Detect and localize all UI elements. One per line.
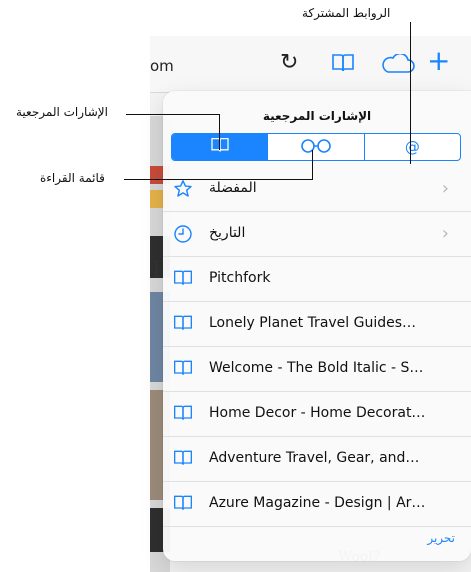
list-item-label: Adventure Travel, Gear, and… [209,450,420,466]
bookmarks-segmented-control: @ [171,133,461,161]
callout-reading-list: قائمة القراءة [40,171,105,185]
callout-line [312,150,313,180]
list-item-label: Welcome - The Bold Italic - S… [209,360,424,376]
reload-icon[interactable]: ↻ [280,50,298,75]
list-item-label: المفضلة [209,180,257,196]
bookmarks-list: المفضلة › التاريخ › Pitchfork Lonely Pla… [163,167,471,527]
chevron-right-icon: › [441,223,449,244]
glasses-icon [299,137,333,157]
list-item-bookmark[interactable]: Lonely Planet Travel Guides… [163,302,471,347]
clock-icon [173,224,193,244]
list-item-favorites[interactable]: المفضلة › [163,167,471,212]
at-icon: @ [404,138,420,156]
list-item-label: Home Decor - Home Decorat… [209,405,426,421]
list-item-label: Pitchfork [209,270,271,286]
chevron-right-icon: › [441,178,449,199]
address-bar[interactable]: om [150,57,174,75]
book-icon [173,404,193,424]
new-tab-button[interactable]: + [427,47,450,75]
segment-reading-list[interactable] [267,134,363,160]
list-item-bookmark[interactable]: Welcome - The Bold Italic - S… [163,347,471,392]
callout-line [126,114,220,115]
popover-title: الإشارات المرجعية [262,109,372,123]
list-item-history[interactable]: التاريخ › [163,212,471,257]
star-icon [173,179,193,199]
browser-toolbar: om ↻ + [150,36,471,93]
list-item-bookmark[interactable]: Azure Magazine - Design | Ar… [163,482,471,527]
book-icon [173,494,193,514]
segment-shared-links[interactable]: @ [363,134,460,160]
list-item-label: التاريخ [209,225,246,241]
edit-button[interactable]: تحرير [427,531,455,545]
book-icon [173,359,193,379]
book-icon [173,449,193,469]
bookmarks-popover: الإشارات المرجعية @ المفضلة › التاريخ › … [163,91,471,561]
book-icon [173,269,193,289]
callout-bookmarks: الإشارات المرجعية [16,105,108,119]
callout-line [219,114,220,150]
list-item-bookmark[interactable]: Home Decor - Home Decorat… [163,392,471,437]
list-item-bookmark[interactable]: Pitchfork [163,257,471,302]
list-item-label: Azure Magazine - Design | Ar… [209,495,426,511]
callout-line [410,22,411,164]
book-icon[interactable] [331,53,355,77]
list-item-label: Lonely Planet Travel Guides… [209,315,417,331]
list-item-bookmark[interactable]: Adventure Travel, Gear, and… [163,437,471,482]
callout-shared-links: الروابط المشتركة [302,6,391,20]
callout-line [124,179,312,180]
book-icon [173,314,193,334]
